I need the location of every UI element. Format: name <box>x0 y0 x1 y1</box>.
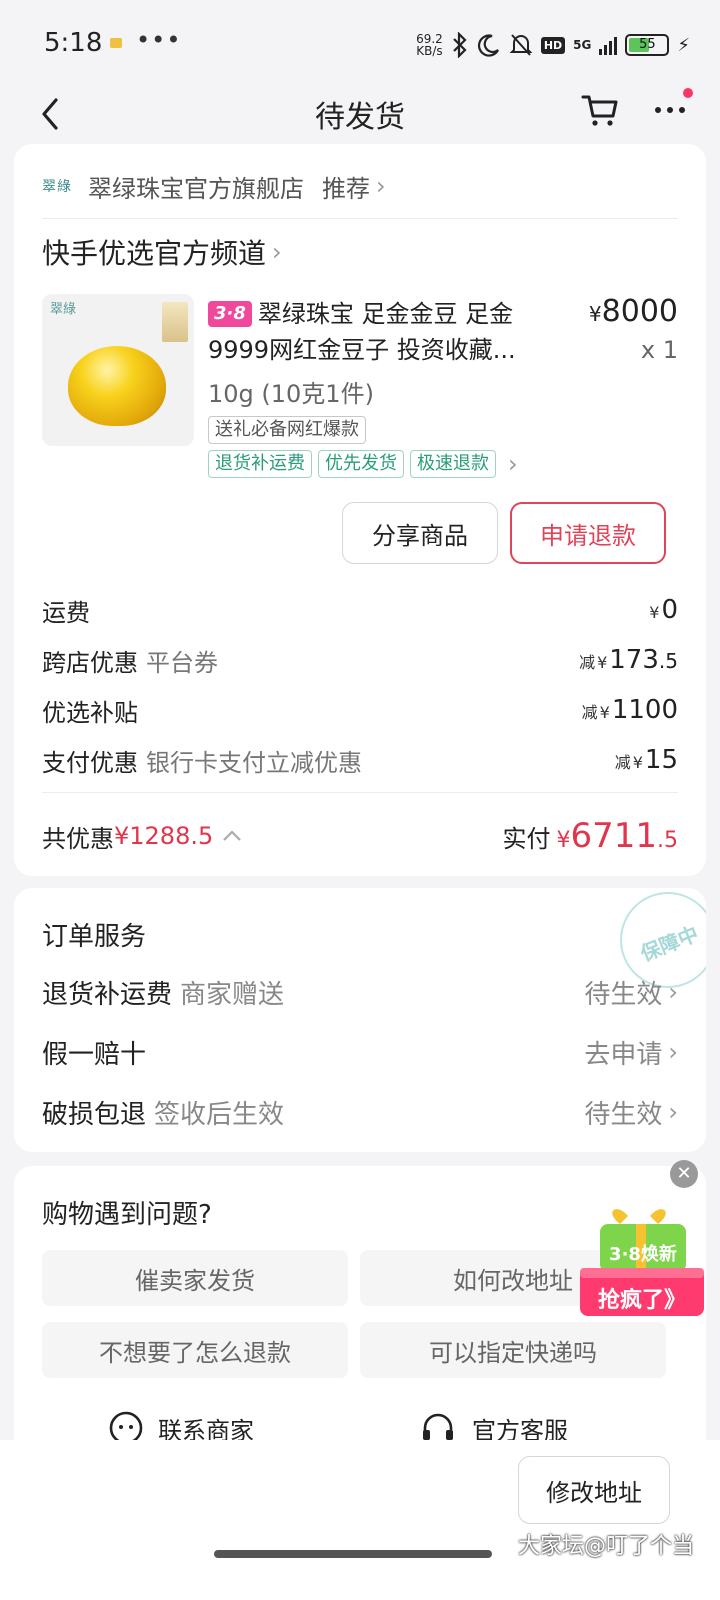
status-icons: 69.2 KB/s HD 5G 55 ⚡ <box>416 30 690 60</box>
status-bar: 5:18 ••• 69.2 KB/s HD 5G 55 ⚡ <box>0 0 720 86</box>
network-speed: 69.2 KB/s <box>416 32 443 58</box>
watermark: 大家坛@叮了个当 <box>517 1534 694 1559</box>
order-service-title: 订单服务 <box>42 922 147 952</box>
fee-row-subsidy: 优选补贴 减 ¥1100 <box>42 695 678 727</box>
do-not-disturb-moon-icon <box>477 34 499 57</box>
close-promo-icon[interactable]: ✕ <box>670 1160 698 1188</box>
bottom-action-bar: 修改地址 大家坛@叮了个当 <box>0 1440 720 1600</box>
status-time: 5:18 <box>44 28 103 58</box>
divider <box>42 218 678 219</box>
shop-row[interactable]: 翠綠 翠绿珠宝官方旗舰店 推荐 › <box>42 166 386 206</box>
channel-label: 快手优选官方频道 <box>42 237 267 270</box>
product-quantity: x 1 <box>640 336 678 364</box>
festival-badge: 3·8 <box>208 301 252 327</box>
notification-dot <box>683 88 693 98</box>
total-paid: 实付 ¥ 6711 .5 <box>502 816 678 856</box>
shop-logo: 翠綠 <box>42 179 72 195</box>
total-discount[interactable]: 共优惠 ¥1288.5 <box>42 819 245 854</box>
promo-top-text: 3·8焕新 <box>609 1244 677 1265</box>
product-image[interactable]: 翠綠 <box>42 294 194 446</box>
battery-icon: 55 <box>625 34 670 56</box>
charging-icon: ⚡ <box>677 34 690 56</box>
hd-icon: HD <box>540 36 566 54</box>
service-tag: 极速退款 <box>410 450 496 478</box>
product-spec: 10g (10克1件) <box>208 380 374 408</box>
order-service-card: 保障中 订单服务 退货补运费 商家赠送 待生效 › 假一赔十 去申请 › 破损包退 签收… <box>14 888 706 1152</box>
message-notification-icon <box>110 38 122 48</box>
service-tags[interactable]: 退货补运费 优先发货 极速退款 › <box>208 450 518 478</box>
help-button-urge-shipping[interactable]: 催卖家发货 <box>42 1250 348 1306</box>
chevron-right-icon: › <box>376 172 386 200</box>
promo-tag: 送礼必备网红爆款 <box>208 416 366 444</box>
service-row-fake-compensation[interactable]: 假一赔十 去申请 › <box>42 1032 678 1072</box>
fee-row-cross-store[interactable]: 跨店优惠 平台券 减 ¥173.5 <box>42 640 678 680</box>
channel-link[interactable]: 快手优选官方频道 › <box>42 232 282 272</box>
shop-name[interactable]: 翠绿珠宝官方旗舰店 <box>88 169 304 204</box>
cart-icon[interactable] <box>580 90 620 130</box>
chevron-right-icon: › <box>508 450 518 478</box>
divider <box>42 792 678 793</box>
mute-bell-icon <box>509 34 533 56</box>
apply-refund-button[interactable]: 申请退款 <box>510 502 666 564</box>
chevron-right-icon: › <box>272 238 282 266</box>
home-indicator[interactable] <box>214 1550 492 1558</box>
network-type: 5G <box>573 38 592 52</box>
shop-recommend[interactable]: 推荐 <box>322 169 370 204</box>
modify-address-button[interactable]: 修改地址 <box>518 1456 670 1524</box>
product-price: ¥8000 <box>588 294 678 329</box>
share-product-button[interactable]: 分享商品 <box>342 502 498 564</box>
total-row: 共优惠 ¥1288.5 实付 ¥ 6711 .5 <box>42 814 678 858</box>
chevron-right-icon: › <box>668 1098 678 1126</box>
product-title[interactable]: 3·8 翠绿珠宝 足金金豆 足金9999网红金豆子 投资收藏... <box>208 296 548 368</box>
fee-row-payment: 支付优惠 银行卡支付立减优惠 减 ¥15 <box>42 745 678 777</box>
service-tag: 退货补运费 <box>208 450 312 478</box>
help-title: 购物遇到问题? <box>42 1200 212 1230</box>
bluetooth-icon <box>453 32 467 58</box>
help-button-refund-howto[interactable]: 不想要了怎么退款 <box>42 1322 348 1378</box>
promo-floating-badge[interactable]: 3·8焕新 抢疯了》 <box>580 1202 704 1320</box>
product-image-logo: 翠綠 <box>50 302 77 317</box>
gift-box-image <box>162 302 188 342</box>
signal-icon <box>599 35 618 55</box>
promo-bottom-text: 抢疯了》 <box>597 1288 686 1313</box>
gold-bean-image <box>68 346 166 426</box>
more-notifications-icon: ••• <box>136 26 182 54</box>
order-card: 翠綠 翠绿珠宝官方旗舰店 推荐 › 快手优选官方频道 › 翠綠 3·8 翠绿珠宝 … <box>14 144 706 876</box>
top-nav: 待发货 <box>0 86 720 142</box>
service-row-return-shipping[interactable]: 退货补运费 商家赠送 待生效 › <box>42 972 678 1012</box>
chevron-right-icon: › <box>668 1038 678 1066</box>
fee-row-shipping: 运费 ¥0 <box>42 595 678 627</box>
service-tag: 优先发货 <box>318 450 404 478</box>
help-button-choose-courier[interactable]: 可以指定快递吗 <box>360 1322 666 1378</box>
service-row-damage-return[interactable]: 破损包退 签收后生效 待生效 › <box>42 1092 678 1132</box>
chevron-right-icon: › <box>668 978 678 1006</box>
chevron-up-icon[interactable] <box>219 826 245 846</box>
